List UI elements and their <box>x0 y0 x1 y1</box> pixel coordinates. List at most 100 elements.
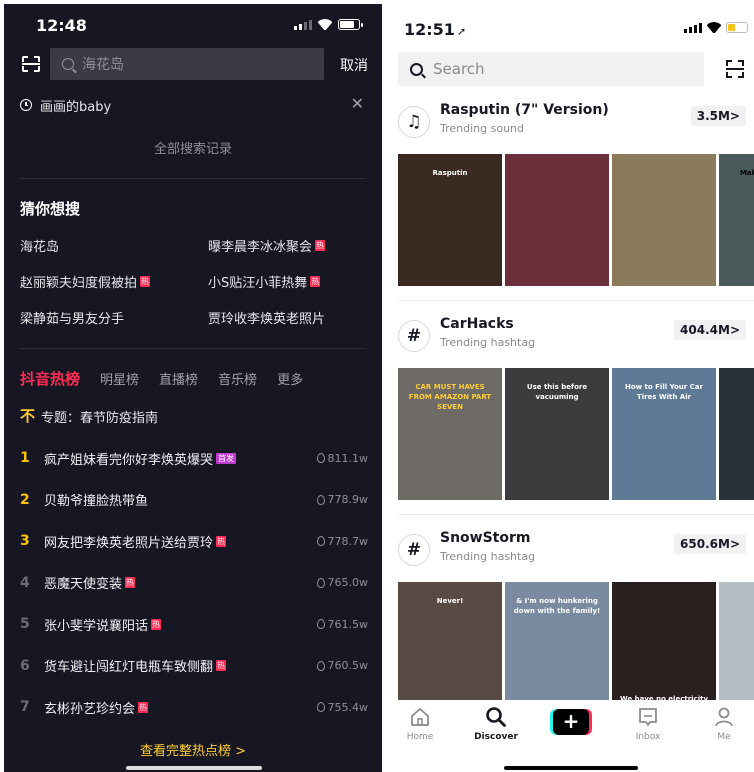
discover-search-icon <box>466 706 526 728</box>
guess-item[interactable]: 梁静茹与男友分手 <box>20 308 124 327</box>
tab-home[interactable]: Home <box>390 706 450 742</box>
video-thumbnail[interactable]: B CA <box>719 368 754 500</box>
video-thumbnail[interactable]: We have no electricity <box>612 582 716 714</box>
rank-row[interactable]: 4 恶魔天使变装热 765.0w <box>20 569 370 597</box>
guess-item[interactable]: 赵丽颖夫妇度假被拍热 <box>20 272 151 291</box>
rank-tab[interactable]: 明星榜 <box>100 369 139 388</box>
hot-badge: 热 <box>138 701 149 713</box>
view-count-button[interactable]: 3.5M> <box>690 106 746 126</box>
scan-icon[interactable] <box>726 60 744 78</box>
wifi-icon <box>318 19 332 30</box>
trending-header[interactable]: # SnowStorm Trending hashtag 650.6M> <box>388 528 754 572</box>
status-icons <box>294 19 363 30</box>
rank-tab[interactable]: 抖音热榜 <box>20 368 80 389</box>
view-count-button[interactable]: 650.6M> <box>674 534 746 554</box>
video-thumbnail[interactable]: How to Fill Your Car Tires With Air <box>612 368 716 500</box>
heat-count-value: 778.7w <box>327 534 369 548</box>
heat-count: 765.0w <box>316 576 368 589</box>
hot-badge: 热 <box>125 577 136 588</box>
rank-row[interactable]: 2 贝勒爷撞脸热带鱼 778.9w <box>20 486 370 514</box>
search-input[interactable]: 海花岛 <box>50 48 324 80</box>
rank-title: 玄彬孙艺珍约会热 <box>44 698 149 717</box>
rank-row[interactable]: 7 玄彬孙艺珍约会热 755.4w <box>20 693 370 721</box>
rank-title: 货车避让闯红灯电瓶车致侧翻热 <box>44 656 227 675</box>
view-full-rank-link[interactable]: 查看完整热点榜 > <box>4 740 382 759</box>
trending-title: SnowStorm <box>440 530 531 546</box>
thumbnail-caption: CAR MUST HAVES FROM AMAZON PART SEVEN <box>408 383 492 411</box>
video-thumbnail[interactable]: Making mashed husband <box>719 154 754 286</box>
guess-item-text: 海花岛 <box>20 240 60 255</box>
rank-title: 贝勒爷撞脸热带鱼 <box>44 490 148 509</box>
scan-icon[interactable] <box>22 56 40 72</box>
video-thumbnail[interactable] <box>505 154 609 286</box>
signal-icon <box>294 19 312 30</box>
rank-title: 恶魔天使变装热 <box>44 573 136 592</box>
tab-discover[interactable]: Discover <box>466 706 526 742</box>
thumbnail-caption: Making mashed husband <box>739 169 754 177</box>
all-history-link[interactable]: 全部搜索记录 <box>4 138 382 157</box>
guess-item-text: 梁静茹与男友分手 <box>20 312 125 327</box>
rank-number: 7 <box>20 699 30 715</box>
video-thumbnail[interactable] <box>719 582 754 714</box>
thumbnail-caption: Use this before vacuuming <box>526 383 588 401</box>
guess-item[interactable]: 贾玲收李焕英老照片 <box>208 308 325 327</box>
rank-title-text: 网友把李焕英老照片送给贾玲 <box>44 535 214 551</box>
video-thumbnail[interactable]: CAR MUST HAVES FROM AMAZON PART SEVEN <box>398 368 502 500</box>
hot-badge: 热 <box>216 535 227 547</box>
guess-item[interactable]: 曝李晨李冰冰聚会热 <box>208 236 326 255</box>
recent-search-item[interactable]: 画画的baby ✕ <box>20 94 366 116</box>
rank-tab[interactable]: 直播榜 <box>159 369 198 388</box>
cancel-button[interactable]: 取消 <box>340 55 368 75</box>
pin-top-icon: 不 <box>20 407 36 425</box>
create-button[interactable]: + <box>550 709 592 735</box>
plus-icon: + <box>553 709 589 735</box>
hot-badge: 热 <box>151 618 162 630</box>
home-indicator <box>504 766 638 770</box>
video-thumbnail[interactable]: Rasputin <box>398 154 502 286</box>
recent-search-text: 画画的baby <box>40 99 112 115</box>
rank-row[interactable]: 5 张小斐学说襄阳话热 761.5w <box>20 610 370 638</box>
thumbnail-caption: B CA <box>725 382 754 392</box>
rank-title-text: 货车避让闯红灯电瓶车致侧翻 <box>44 660 214 675</box>
flame-icon <box>316 577 325 588</box>
trending-header[interactable]: # CarHacks Trending hashtag 404.4M> <box>388 314 754 358</box>
inbox-icon <box>618 706 678 728</box>
signal-icon <box>684 22 702 33</box>
video-thumbnail[interactable]: & I'm now hunkering down with the family… <box>505 582 609 714</box>
divider <box>398 514 754 515</box>
video-thumbnail-row: CAR MUST HAVES FROM AMAZON PART SEVEN Use… <box>398 368 754 500</box>
tab-inbox[interactable]: Inbox <box>618 706 678 742</box>
search-input[interactable]: Search <box>398 52 704 86</box>
trending-header[interactable]: ♫ Rasputin (7" Version) Trending sound 3.5M… <box>388 100 754 144</box>
rank-title-text: 疯产姐妹看完你好李焕英爆哭 <box>44 452 214 468</box>
video-thumbnail[interactable] <box>612 154 716 286</box>
tab-home-label: Home <box>406 732 434 742</box>
guess-item[interactable]: 海花岛 <box>20 236 59 255</box>
rank-tab[interactable]: 音乐榜 <box>218 369 257 388</box>
rank-tab[interactable]: 更多 <box>277 369 303 388</box>
topic-banner[interactable]: 不 专题：春节防疫指南 <box>20 407 158 427</box>
divider <box>20 348 366 349</box>
rank-row[interactable]: 1 疯产姐妹看完你好李焕英爆哭 首发 811.1w <box>20 444 370 472</box>
view-count-button[interactable]: 404.4M> <box>674 320 746 340</box>
video-thumbnail[interactable]: Use this before vacuuming <box>505 368 609 500</box>
trending-title: Rasputin (7" Version) <box>440 102 609 118</box>
thumbnail-caption: Rasputin <box>432 169 468 177</box>
remove-history-icon[interactable]: ✕ <box>351 94 364 113</box>
tab-me[interactable]: Me <box>694 706 754 742</box>
rank-row[interactable]: 3 网友把李焕英老照片送给贾玲热 778.7w <box>20 527 370 555</box>
hot-badge: 热 <box>216 660 227 671</box>
rank-row[interactable]: 6 货车避让闯红灯电瓶车致侧翻热 760.5w <box>20 652 370 680</box>
video-thumbnail[interactable]: Never! <box>398 582 502 714</box>
guess-item[interactable]: 小S贴汪小菲热舞热 <box>208 272 321 291</box>
search-row: 海花岛 取消 <box>4 48 382 80</box>
heat-count: 755.4w <box>316 701 368 714</box>
status-time: 12:48 <box>36 16 87 35</box>
video-thumbnail-row: Never! & I'm now hunkering down with the … <box>398 582 754 714</box>
rank-title: 疯产姐妹看完你好李焕英爆哭 首发 <box>44 449 237 468</box>
tab-me-label: Me <box>717 732 731 742</box>
heat-count-value: 811.1w <box>327 451 369 465</box>
divider <box>398 300 754 301</box>
trending-subtitle: Trending sound <box>440 122 524 135</box>
first-release-badge: 首发 <box>216 452 237 464</box>
